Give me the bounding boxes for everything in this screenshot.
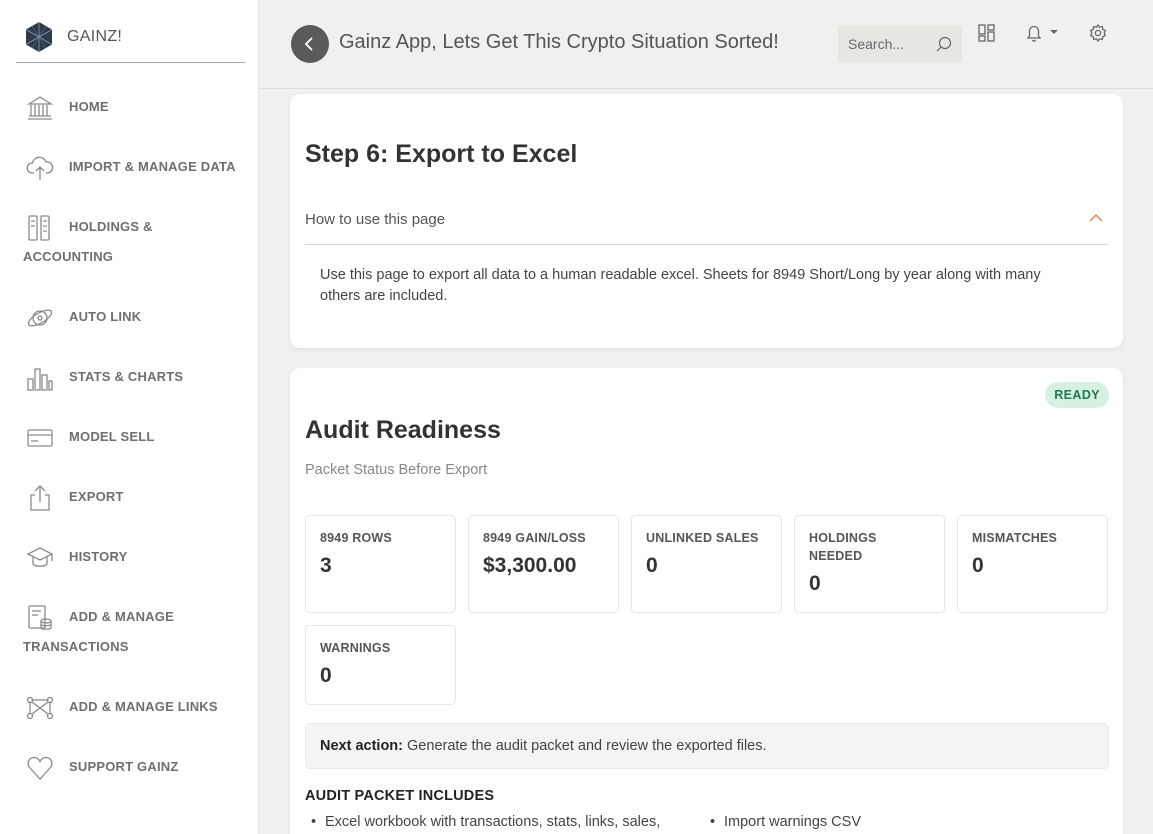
sidebar-item-label: ADD & MANAGE: [69, 609, 174, 624]
next-action-banner: Next action: Generate the audit packet a…: [305, 723, 1109, 769]
chevron-down-icon[interactable]: [1047, 22, 1061, 44]
stat-label: WARNINGS: [320, 641, 391, 655]
stat-value: 3: [320, 554, 332, 577]
stat-value: 0: [972, 554, 984, 577]
search-icon[interactable]: [936, 36, 952, 52]
stat-value: 0: [646, 554, 658, 577]
sidebar-nav: HOME IMPORT & MANAGE DATA HOLDINGS & ACC…: [0, 78, 259, 798]
sidebar-item-import-manage-data[interactable]: IMPORT & MANAGE DATA: [0, 138, 259, 198]
heart-icon: [26, 754, 54, 782]
cloud-upload-icon: [26, 154, 54, 182]
list-item: Import warnings CSV: [704, 814, 861, 830]
sidebar-item-add-manage-links[interactable]: ADD & MANAGE LINKS: [0, 678, 259, 738]
stat-label: 8949 GAIN/LOSS: [483, 531, 586, 545]
bank-icon: [26, 94, 54, 122]
stat-label: 8949 ROWS: [320, 531, 392, 545]
packet-includes-heading: AUDIT PACKET INCLUDES: [305, 788, 495, 804]
audit-title: Audit Readiness: [305, 416, 501, 444]
sidebar-item-label: SUPPORT GAINZ: [69, 759, 179, 774]
bell-icon[interactable]: [1023, 22, 1045, 44]
audit-subtitle: Packet Status Before Export: [305, 462, 488, 478]
stat-value: 0: [320, 664, 332, 687]
ledger-icon: [26, 214, 54, 242]
planet-link-icon: [26, 304, 54, 332]
share-export-icon: [26, 484, 54, 512]
sidebar-item-label: ADD & MANAGE LINKS: [69, 699, 218, 714]
sidebar-item-holdings-accounting[interactable]: HOLDINGS & ACCOUNTING: [0, 198, 259, 288]
next-action-label: Next action:: [320, 738, 403, 754]
sidebar-item-auto-link[interactable]: AUTO LINK: [0, 288, 259, 348]
sidebar-item-export[interactable]: EXPORT: [0, 468, 259, 528]
stat-card-warnings: WARNINGS 0: [305, 625, 456, 705]
sidebar-item-add-manage-transactions[interactable]: ADD & MANAGE TRANSACTIONS: [0, 588, 259, 678]
packet-includes-list-right: Import warnings CSV: [704, 814, 861, 830]
step-title: Step 6: Export to Excel: [305, 140, 578, 168]
sidebar-item-label: HOLDINGS &: [69, 219, 153, 234]
packet-includes-list-left: Excel workbook with transactions, stats,…: [305, 814, 660, 830]
receipt-coins-icon: [26, 604, 54, 632]
nodes-link-icon: [26, 694, 54, 722]
sidebar-item-label-continued: TRANSACTIONS: [23, 639, 129, 654]
gear-icon[interactable]: [1087, 22, 1109, 44]
stat-value: $3,300.00: [483, 554, 577, 577]
brand[interactable]: GAINZ!: [16, 12, 245, 63]
top-header: Gainz App, Lets Get This Crypto Situatio…: [259, 0, 1153, 89]
stat-card-unlinked-sales: UNLINKED SALES 0: [631, 515, 782, 613]
graduation-cap-icon: [26, 544, 54, 572]
chevron-left-icon: [304, 37, 313, 51]
accordion-body-text: Use this page to export all data to a hu…: [320, 267, 1041, 304]
sidebar-item-label: STATS & CHARTS: [69, 369, 184, 384]
stat-card-mismatches: MISMATCHES 0: [957, 515, 1108, 613]
sidebar-item-label: EXPORT: [69, 489, 124, 504]
sidebar-item-label-continued: ACCOUNTING: [23, 249, 114, 264]
status-badge: READY: [1045, 382, 1109, 408]
sidebar-item-label: IMPORT & MANAGE DATA: [69, 159, 236, 174]
gainz-logo-icon: [22, 20, 56, 54]
sidebar-item-label: MODEL SELL: [69, 429, 155, 444]
stat-label: UNLINKED SALES: [646, 531, 759, 545]
credit-card-icon: [26, 424, 54, 452]
sidebar-item-label: HISTORY: [69, 549, 128, 564]
how-to-accordion-toggle[interactable]: How to use this page: [305, 199, 1109, 245]
accordion-label: How to use this page: [305, 211, 446, 228]
sidebar-item-label: AUTO LINK: [69, 309, 142, 324]
dashboard-grid-icon[interactable]: [976, 22, 998, 44]
sidebar: GAINZ! HOME IMPORT & MANAGE DATA HOLDING…: [0, 0, 259, 834]
audit-readiness-card: READY Audit Readiness Packet Status Befo…: [290, 368, 1123, 834]
stat-card-holdings-needed: HOLDINGS NEEDED 0: [794, 515, 945, 613]
brand-name: GAINZ!: [67, 28, 123, 45]
search-input[interactable]: [838, 25, 926, 63]
stat-value: 0: [809, 572, 821, 595]
sidebar-item-home[interactable]: HOME: [0, 78, 259, 138]
chevron-up-icon: [1089, 214, 1103, 222]
instructions-card: Step 6: Export to Excel How to use this …: [290, 94, 1123, 348]
stat-card-8949-rows: 8949 ROWS 3: [305, 515, 456, 613]
back-button[interactable]: [291, 25, 329, 63]
list-item: Excel workbook with transactions, stats,…: [305, 814, 660, 830]
stat-label: HOLDINGS NEEDED: [809, 531, 877, 563]
sidebar-item-history[interactable]: HISTORY: [0, 528, 259, 588]
sidebar-item-support-gainz[interactable]: SUPPORT GAINZ: [0, 738, 259, 798]
next-action-text: Generate the audit packet and review the…: [407, 738, 767, 754]
sidebar-item-label: HOME: [69, 99, 109, 114]
search-box[interactable]: [838, 25, 962, 63]
stat-label: MISMATCHES: [972, 531, 1058, 545]
bar-chart-icon: [26, 364, 54, 392]
sidebar-item-model-sell[interactable]: MODEL SELL: [0, 408, 259, 468]
stat-card-8949-gain-loss: 8949 GAIN/LOSS $3,300.00: [468, 515, 619, 613]
page-heading: Gainz App, Lets Get This Crypto Situatio…: [339, 31, 779, 53]
sidebar-item-stats-charts[interactable]: STATS & CHARTS: [0, 348, 259, 408]
